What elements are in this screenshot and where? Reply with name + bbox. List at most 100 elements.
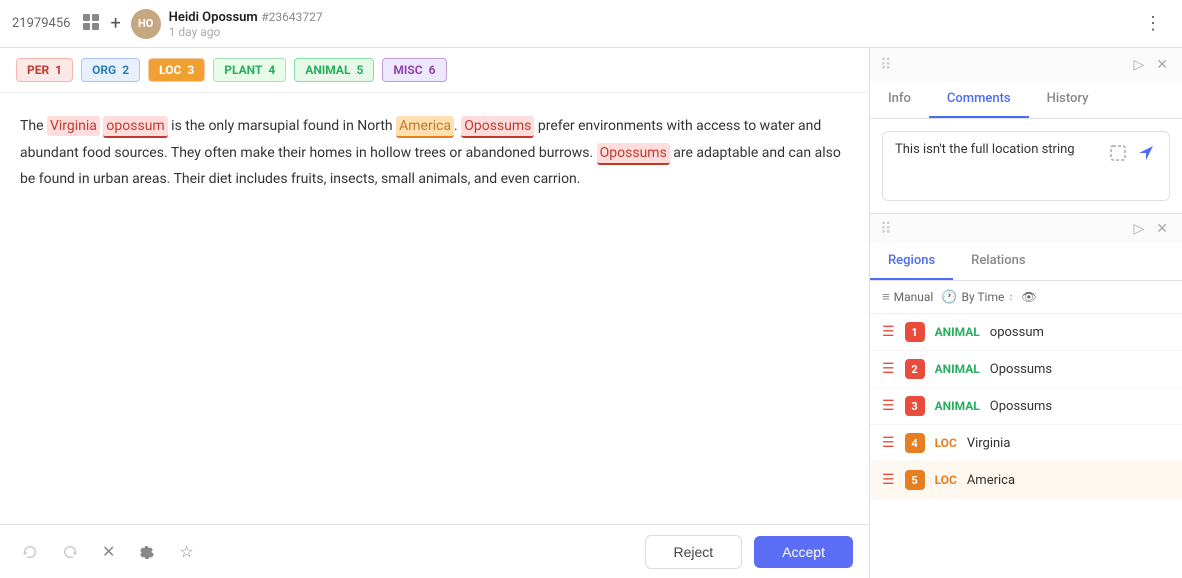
main-paragraph: The Virginia opossum is the only marsupi…	[20, 113, 849, 193]
region-num-1: 1	[905, 322, 925, 342]
select-icon-button[interactable]	[1107, 142, 1129, 169]
tag-misc-label: MISC	[393, 63, 422, 77]
region-row-3[interactable]: ☰ 3 ANIMAL Opossums	[870, 388, 1182, 425]
tag-animal-label: ANIMAL	[305, 63, 350, 77]
close-panel-button[interactable]: ✕	[1152, 54, 1172, 75]
text-area: The Virginia opossum is the only marsupi…	[0, 93, 869, 524]
right-top-section: ⠿ ▷ ✕ Info Comments History Thi	[870, 48, 1182, 214]
tag-loc[interactable]: LOC 3	[148, 58, 205, 82]
tag-org-label: ORG	[92, 63, 116, 77]
tag-animal-count: 5	[356, 63, 363, 77]
panel-controls: ▷ ✕	[1129, 54, 1172, 75]
region-row-5[interactable]: ☰ 5 LOC America	[870, 462, 1182, 499]
region-label-5: LOC	[935, 473, 957, 487]
right-panel: ⠿ ▷ ✕ Info Comments History Thi	[870, 48, 1182, 578]
region-row-2[interactable]: ☰ 2 ANIMAL Opossums	[870, 351, 1182, 388]
tag-bar: PER 1 ORG 2 LOC 3 PLANT 4 ANIMAL 5 MISC …	[0, 48, 869, 93]
tag-per-count: 1	[55, 63, 62, 77]
tag-per[interactable]: PER 1	[16, 58, 73, 82]
sort-icon: ↕	[1008, 292, 1013, 303]
comment-box: This isn't the full location string	[870, 119, 1182, 213]
filter-manual[interactable]: ≡ Manual	[882, 289, 933, 305]
info-tabs: Info Comments History	[870, 81, 1182, 119]
region-icon-4: ☰	[882, 435, 895, 451]
region-num-4: 4	[905, 433, 925, 453]
region-value-2: Opossums	[990, 362, 1052, 377]
tag-plant-label: PLANT	[224, 63, 262, 77]
tab-history[interactable]: History	[1029, 81, 1107, 118]
avatar: HO	[131, 9, 161, 39]
region-value-5: America	[967, 473, 1015, 488]
regions-list: ≡ Manual 🕐 By Time ↕ 👁 ☰ 1	[870, 281, 1182, 578]
region-icon-3: ☰	[882, 398, 895, 414]
close-bottom-panel-button[interactable]: ✕	[1152, 218, 1172, 239]
drag-icon: ⠿	[880, 55, 892, 74]
regions-tabs: Regions Relations	[870, 243, 1182, 281]
user-name: Heidi Opossum	[169, 10, 258, 25]
header: 21979456 + HO Heidi Opossum #23643727 1 …	[0, 0, 1182, 48]
region-label-1: ANIMAL	[935, 325, 980, 339]
region-row-1[interactable]: ☰ 1 ANIMAL opossum	[870, 314, 1182, 351]
comment-actions	[1107, 142, 1157, 169]
tab-regions[interactable]: Regions	[870, 243, 953, 280]
span-america[interactable]: America	[396, 116, 454, 138]
region-value-1: opossum	[990, 325, 1044, 340]
region-icon-5: ☰	[882, 472, 895, 488]
region-label-4: LOC	[935, 436, 957, 450]
tag-org[interactable]: ORG 2	[81, 58, 140, 82]
tab-relations[interactable]: Relations	[953, 243, 1043, 280]
undo-button[interactable]	[16, 538, 44, 566]
text-the: The	[20, 118, 47, 134]
close-button[interactable]: ✕	[96, 536, 121, 568]
filter-manual-label: Manual	[894, 290, 934, 304]
user-info: Heidi Opossum #23643727 1 day ago	[169, 9, 1136, 39]
document-id: 21979456	[12, 16, 70, 31]
left-panel: PER 1 ORG 2 LOC 3 PLANT 4 ANIMAL 5 MISC …	[0, 48, 870, 578]
right-bottom-section: ⠿ ▷ ✕ Regions Relations ≡ Manual	[870, 214, 1182, 578]
redo-button[interactable]	[56, 538, 84, 566]
tag-plant[interactable]: PLANT 4	[213, 58, 286, 82]
span-opossum[interactable]: opossum	[103, 116, 167, 138]
span-opossums1[interactable]: Opossums	[461, 116, 534, 138]
tag-org-count: 2	[122, 63, 129, 77]
menu-icon: ≡	[882, 289, 890, 305]
tag-loc-label: LOC	[159, 63, 181, 77]
bottom-toolbar: ✕ ☆ Reject Accept	[0, 524, 869, 578]
comment-input-area[interactable]: This isn't the full location string	[882, 131, 1170, 201]
region-num-2: 2	[905, 359, 925, 379]
panel-drag-handle: ⠿ ▷ ✕	[870, 48, 1182, 81]
region-label-3: ANIMAL	[935, 399, 980, 413]
filter-eye[interactable]: 👁	[1021, 290, 1036, 304]
add-icon[interactable]: +	[110, 13, 120, 34]
accept-button[interactable]: Accept	[754, 536, 853, 568]
tag-per-label: PER	[27, 63, 49, 77]
region-row-4[interactable]: ☰ 4 LOC Virginia	[870, 425, 1182, 462]
bottom-panel-header: ⠿ ▷ ✕	[870, 214, 1182, 243]
expand-bottom-panel-button[interactable]: ▷	[1129, 218, 1148, 239]
tag-plant-count: 4	[268, 63, 275, 77]
span-virginia[interactable]: Virginia	[47, 116, 100, 136]
expand-panel-button[interactable]: ▷	[1129, 54, 1148, 75]
tag-animal[interactable]: ANIMAL 5	[294, 58, 374, 82]
region-num-5: 5	[905, 470, 925, 490]
span-opossums2[interactable]: Opossums	[597, 143, 670, 165]
bottom-panel-controls: ▷ ✕	[1129, 218, 1172, 239]
more-icon[interactable]: ⋮	[1136, 9, 1170, 38]
main-content: PER 1 ORG 2 LOC 3 PLANT 4 ANIMAL 5 MISC …	[0, 48, 1182, 578]
tab-info[interactable]: Info	[870, 81, 929, 118]
time-ago: 1 day ago	[169, 25, 1136, 39]
star-button[interactable]: ☆	[173, 536, 199, 568]
send-comment-button[interactable]	[1135, 142, 1157, 169]
region-value-4: Virginia	[967, 436, 1011, 451]
filter-by-time[interactable]: 🕐 By Time ↕	[941, 290, 1013, 305]
grid-icon[interactable]	[82, 13, 100, 35]
settings-button[interactable]	[133, 538, 161, 566]
bottom-drag-icon: ⠿	[880, 219, 892, 238]
tag-misc[interactable]: MISC 6	[382, 58, 446, 82]
user-id: #23643727	[261, 10, 322, 24]
region-num-3: 3	[905, 396, 925, 416]
reject-button[interactable]: Reject	[645, 535, 743, 569]
tag-loc-count: 3	[187, 63, 194, 77]
tab-comments[interactable]: Comments	[929, 81, 1029, 118]
eye-icon: 👁	[1021, 290, 1036, 304]
